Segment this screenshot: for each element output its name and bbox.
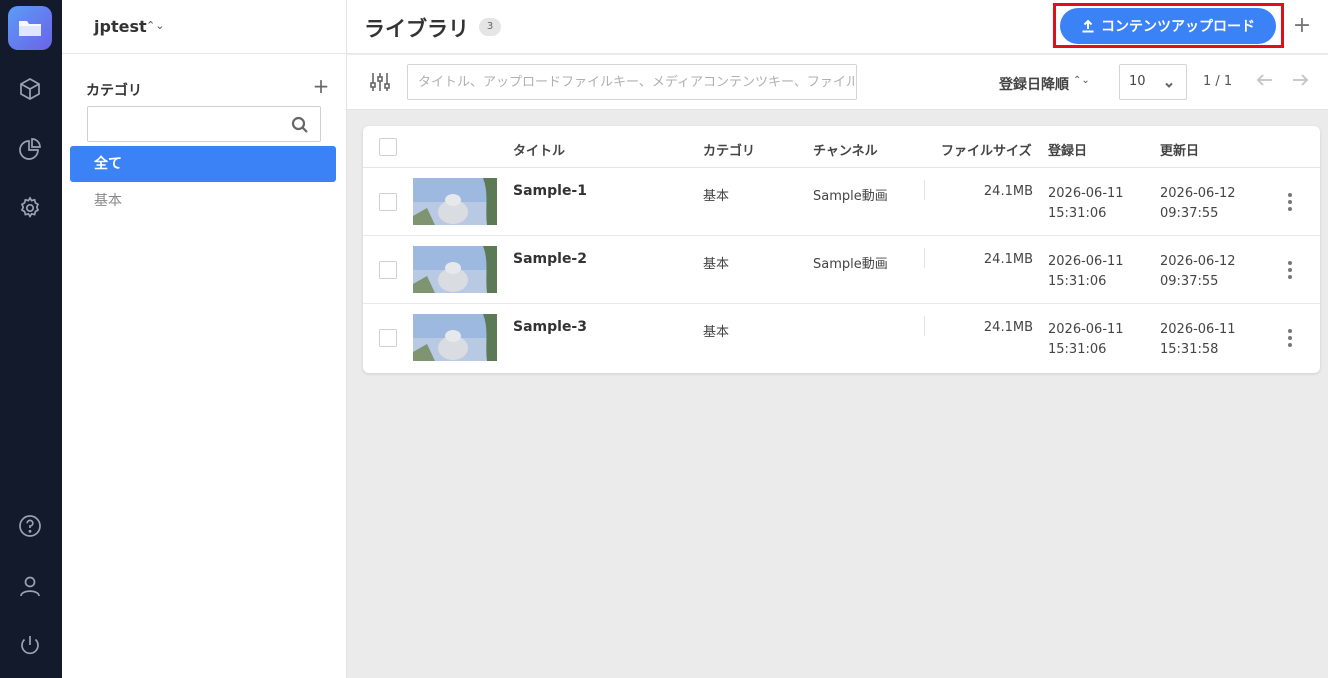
row-updated: 2026-06-12 09:37:55 [1160,184,1236,224]
column-divider [924,180,925,200]
main-header: ライブラリ 3 コンテンツアップロード + [347,0,1328,54]
help-icon[interactable] [17,513,43,539]
chevron-updown-icon: ⌃⌄ [1073,75,1090,86]
row-registered-date: 2026-06-11 [1048,254,1124,269]
column-divider [924,316,925,336]
row-file-size: 24.1MB [983,252,1033,267]
row-updated: 2026-06-12 09:37:55 [1160,252,1236,292]
row-checkbox[interactable] [379,261,397,279]
row-registered: 2026-06-11 15:31:06 [1048,252,1124,292]
more-vertical-icon[interactable] [1281,328,1299,348]
category-panel: jptest ⌃⌄ カテゴリ + 全て 基本 [62,0,347,678]
column-file-size[interactable]: ファイルサイズ [941,140,1032,159]
library-search-input[interactable] [418,66,854,98]
row-registered-date: 2026-06-11 [1048,186,1124,201]
page-size-value: 10 [1129,74,1146,89]
row-updated-date: 2026-06-12 [1160,186,1236,201]
row-registered-time: 15:31:06 [1048,206,1107,221]
toolbar: 登録日降順 ⌃⌄ 10 1 / 1 [347,55,1328,110]
row-file-size: 24.1MB [983,184,1033,199]
row-updated-time: 15:31:58 [1160,342,1219,357]
cube-icon[interactable] [17,76,43,102]
column-registered[interactable]: 登録日 [1048,140,1087,159]
chevron-down-icon [1164,75,1174,88]
more-vertical-icon[interactable] [1281,260,1299,280]
video-thumbnail[interactable] [413,178,497,225]
power-icon[interactable] [17,632,43,658]
column-updated[interactable]: 更新日 [1160,140,1199,159]
page-title: ライブラリ [364,17,469,41]
row-checkbox[interactable] [379,329,397,347]
row-checkbox[interactable] [379,193,397,211]
sort-dropdown[interactable]: 登録日降順 [999,74,1069,94]
row-updated-date: 2026-06-11 [1160,322,1236,337]
video-thumbnail[interactable] [413,246,497,293]
table-row[interactable]: Sample-3 基本 24.1MB 2026-06-11 15:31:06 20… [363,304,1320,372]
row-registered-time: 15:31:06 [1048,342,1107,357]
row-updated-time: 09:37:55 [1160,206,1219,221]
row-updated-date: 2026-06-12 [1160,254,1236,269]
library-search [407,64,857,100]
row-title[interactable]: Sample-2 [513,251,587,267]
row-file-size: 24.1MB [983,320,1033,335]
page-size-select[interactable]: 10 [1119,64,1187,100]
pie-chart-icon[interactable] [17,136,43,162]
row-channel: Sample動画 [813,189,888,204]
column-channel[interactable]: チャンネル [813,140,878,159]
category-title: カテゴリ [86,83,142,99]
row-title[interactable]: Sample-3 [513,319,587,335]
arrow-left-icon[interactable] [1256,71,1276,91]
gear-icon[interactable] [17,195,43,221]
row-title[interactable]: Sample-1 [513,183,587,199]
row-registered-date: 2026-06-11 [1048,322,1124,337]
row-category: 基本 [703,189,730,204]
arrow-right-icon[interactable] [1291,71,1311,91]
row-registered-time: 15:31:06 [1048,274,1107,289]
main-area: ライブラリ 3 コンテンツアップロード + 登録日降順 ⌃⌄ 10 1 / 1 [347,0,1328,678]
more-vertical-icon[interactable] [1281,192,1299,212]
workspace-name[interactable]: jptest [94,17,147,36]
select-all-checkbox[interactable] [379,138,397,156]
add-button[interactable]: + [1292,14,1312,38]
table-header: タイトル カテゴリ チャンネル ファイルサイズ 登録日 更新日 [363,126,1320,168]
row-updated-time: 09:37:55 [1160,274,1219,289]
category-item-all[interactable]: 全て [70,146,336,182]
app-rail [0,0,62,678]
row-registered: 2026-06-11 15:31:06 [1048,184,1124,224]
row-category: 基本 [703,257,730,272]
pagination-indicator: 1 / 1 [1203,74,1233,89]
category-search-input[interactable] [96,108,286,140]
chevron-updown-icon: ⌃⌄ [146,19,165,32]
count-badge: 3 [479,18,501,36]
category-item-basic[interactable]: 基本 [70,183,336,219]
column-category[interactable]: カテゴリ [703,140,755,159]
video-thumbnail[interactable] [413,314,497,361]
column-divider [924,248,925,268]
row-category: 基本 [703,325,730,340]
filter-sliders-icon[interactable] [369,71,391,93]
upload-button-label: コンテンツアップロード [1101,19,1255,35]
folder-icon[interactable] [8,6,52,50]
search-icon[interactable] [291,116,309,134]
row-updated: 2026-06-11 15:31:58 [1160,320,1236,360]
column-title[interactable]: タイトル [513,140,565,159]
add-category-button[interactable]: + [312,76,330,96]
table-row[interactable]: Sample-2 基本 Sample動画 24.1MB 2026-06-11 15… [363,236,1320,304]
workspace-switcher[interactable]: jptest ⌃⌄ [62,0,347,54]
user-icon[interactable] [17,573,43,599]
row-channel: Sample動画 [813,257,888,272]
row-registered: 2026-06-11 15:31:06 [1048,320,1124,360]
content-upload-button[interactable]: コンテンツアップロード [1060,8,1276,44]
upload-icon [1082,19,1094,33]
category-search [87,106,321,142]
content-table: タイトル カテゴリ チャンネル ファイルサイズ 登録日 更新日 Sample-1… [363,126,1320,373]
table-row[interactable]: Sample-1 基本 Sample動画 24.1MB 2026-06-11 15… [363,168,1320,236]
